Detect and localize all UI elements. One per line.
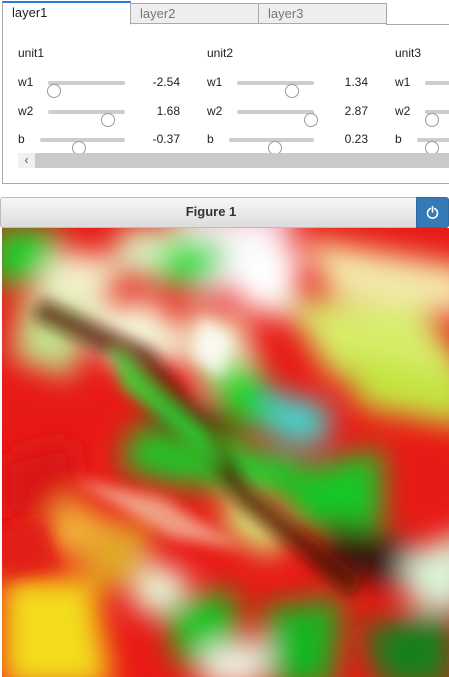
unit1-w1-label: w1 xyxy=(18,75,34,89)
tab-layer1[interactable]: layer1 xyxy=(2,1,131,25)
unit3-w1-slider[interactable] xyxy=(425,81,449,85)
unit1-b-row: b -0.37 xyxy=(18,129,188,155)
unit2-w2-row: w2 2.87 xyxy=(207,101,377,127)
unit3-w1-row: w1 xyxy=(395,72,449,92)
unit1-w1-slider[interactable] xyxy=(47,81,125,98)
unit1-b-slider[interactable] xyxy=(40,138,125,155)
unit2-b-slider[interactable] xyxy=(229,138,314,155)
unit2-w2-label: w2 xyxy=(207,104,223,118)
layer-panel: unit1 w1 -2.54 w2 1.68 b -0.37 unit2 w1 xyxy=(2,24,449,184)
figure-title: Figure 1 xyxy=(185,204,237,219)
unit1-w2-row: w2 1.68 xyxy=(18,101,188,127)
unit3-b-label: b xyxy=(395,132,402,146)
unit3-title: unit3 xyxy=(395,46,422,60)
unit1-title: unit1 xyxy=(18,46,45,60)
unit2-w1-thumb[interactable] xyxy=(285,84,300,98)
unit2-b-value: 0.23 xyxy=(344,132,368,146)
horizontal-scrollbar[interactable]: ‹ xyxy=(18,153,449,168)
unit2-w1-slider[interactable] xyxy=(237,81,314,98)
unit1-b-label: b xyxy=(18,132,25,146)
unit1-w2-slider[interactable] xyxy=(48,110,125,127)
unit3-b-row: b xyxy=(395,129,449,155)
unit2-title: unit2 xyxy=(207,46,234,60)
power-icon xyxy=(426,205,439,219)
tab-bar: layer1 layer2 layer3 xyxy=(0,0,449,25)
unit1-w1-value: -2.54 xyxy=(152,75,180,89)
figure-image xyxy=(2,228,449,677)
unit2-b-row: b 0.23 xyxy=(207,129,377,155)
unit2-w2-value: 2.87 xyxy=(344,104,368,118)
tab-layer2[interactable]: layer2 xyxy=(130,3,259,24)
scroll-left-arrow-icon[interactable]: ‹ xyxy=(18,153,35,168)
unit2-w1-label: w1 xyxy=(207,75,223,89)
unit3-w2-thumb[interactable] xyxy=(425,113,439,127)
unit1-b-value: -0.37 xyxy=(152,132,180,146)
unit2-w2-thumb[interactable] xyxy=(303,113,318,127)
figure-header: Figure 1 xyxy=(0,197,449,228)
unit1-w2-value: 1.68 xyxy=(156,104,180,118)
unit3-w2-row: w2 xyxy=(395,101,449,127)
unit3-b-slider[interactable] xyxy=(417,138,449,155)
unit3-w2-label: w2 xyxy=(395,104,411,118)
unit2-w1-value: 1.34 xyxy=(344,75,368,89)
unit2-w1-row: w1 1.34 xyxy=(207,72,377,98)
tab-layer3[interactable]: layer3 xyxy=(258,3,387,24)
unit3-w2-slider[interactable] xyxy=(425,110,449,127)
unit1-w1-thumb[interactable] xyxy=(47,84,62,98)
unit2-w2-slider[interactable] xyxy=(237,110,318,127)
unit1-w2-thumb[interactable] xyxy=(101,113,116,127)
figure-canvas[interactable] xyxy=(2,228,449,677)
unit1-w2-label: w2 xyxy=(18,104,34,118)
power-button[interactable] xyxy=(416,197,449,228)
unit2-b-label: b xyxy=(207,132,214,146)
unit3-w1-label: w1 xyxy=(395,75,411,89)
unit1-w1-row: w1 -2.54 xyxy=(18,72,188,98)
